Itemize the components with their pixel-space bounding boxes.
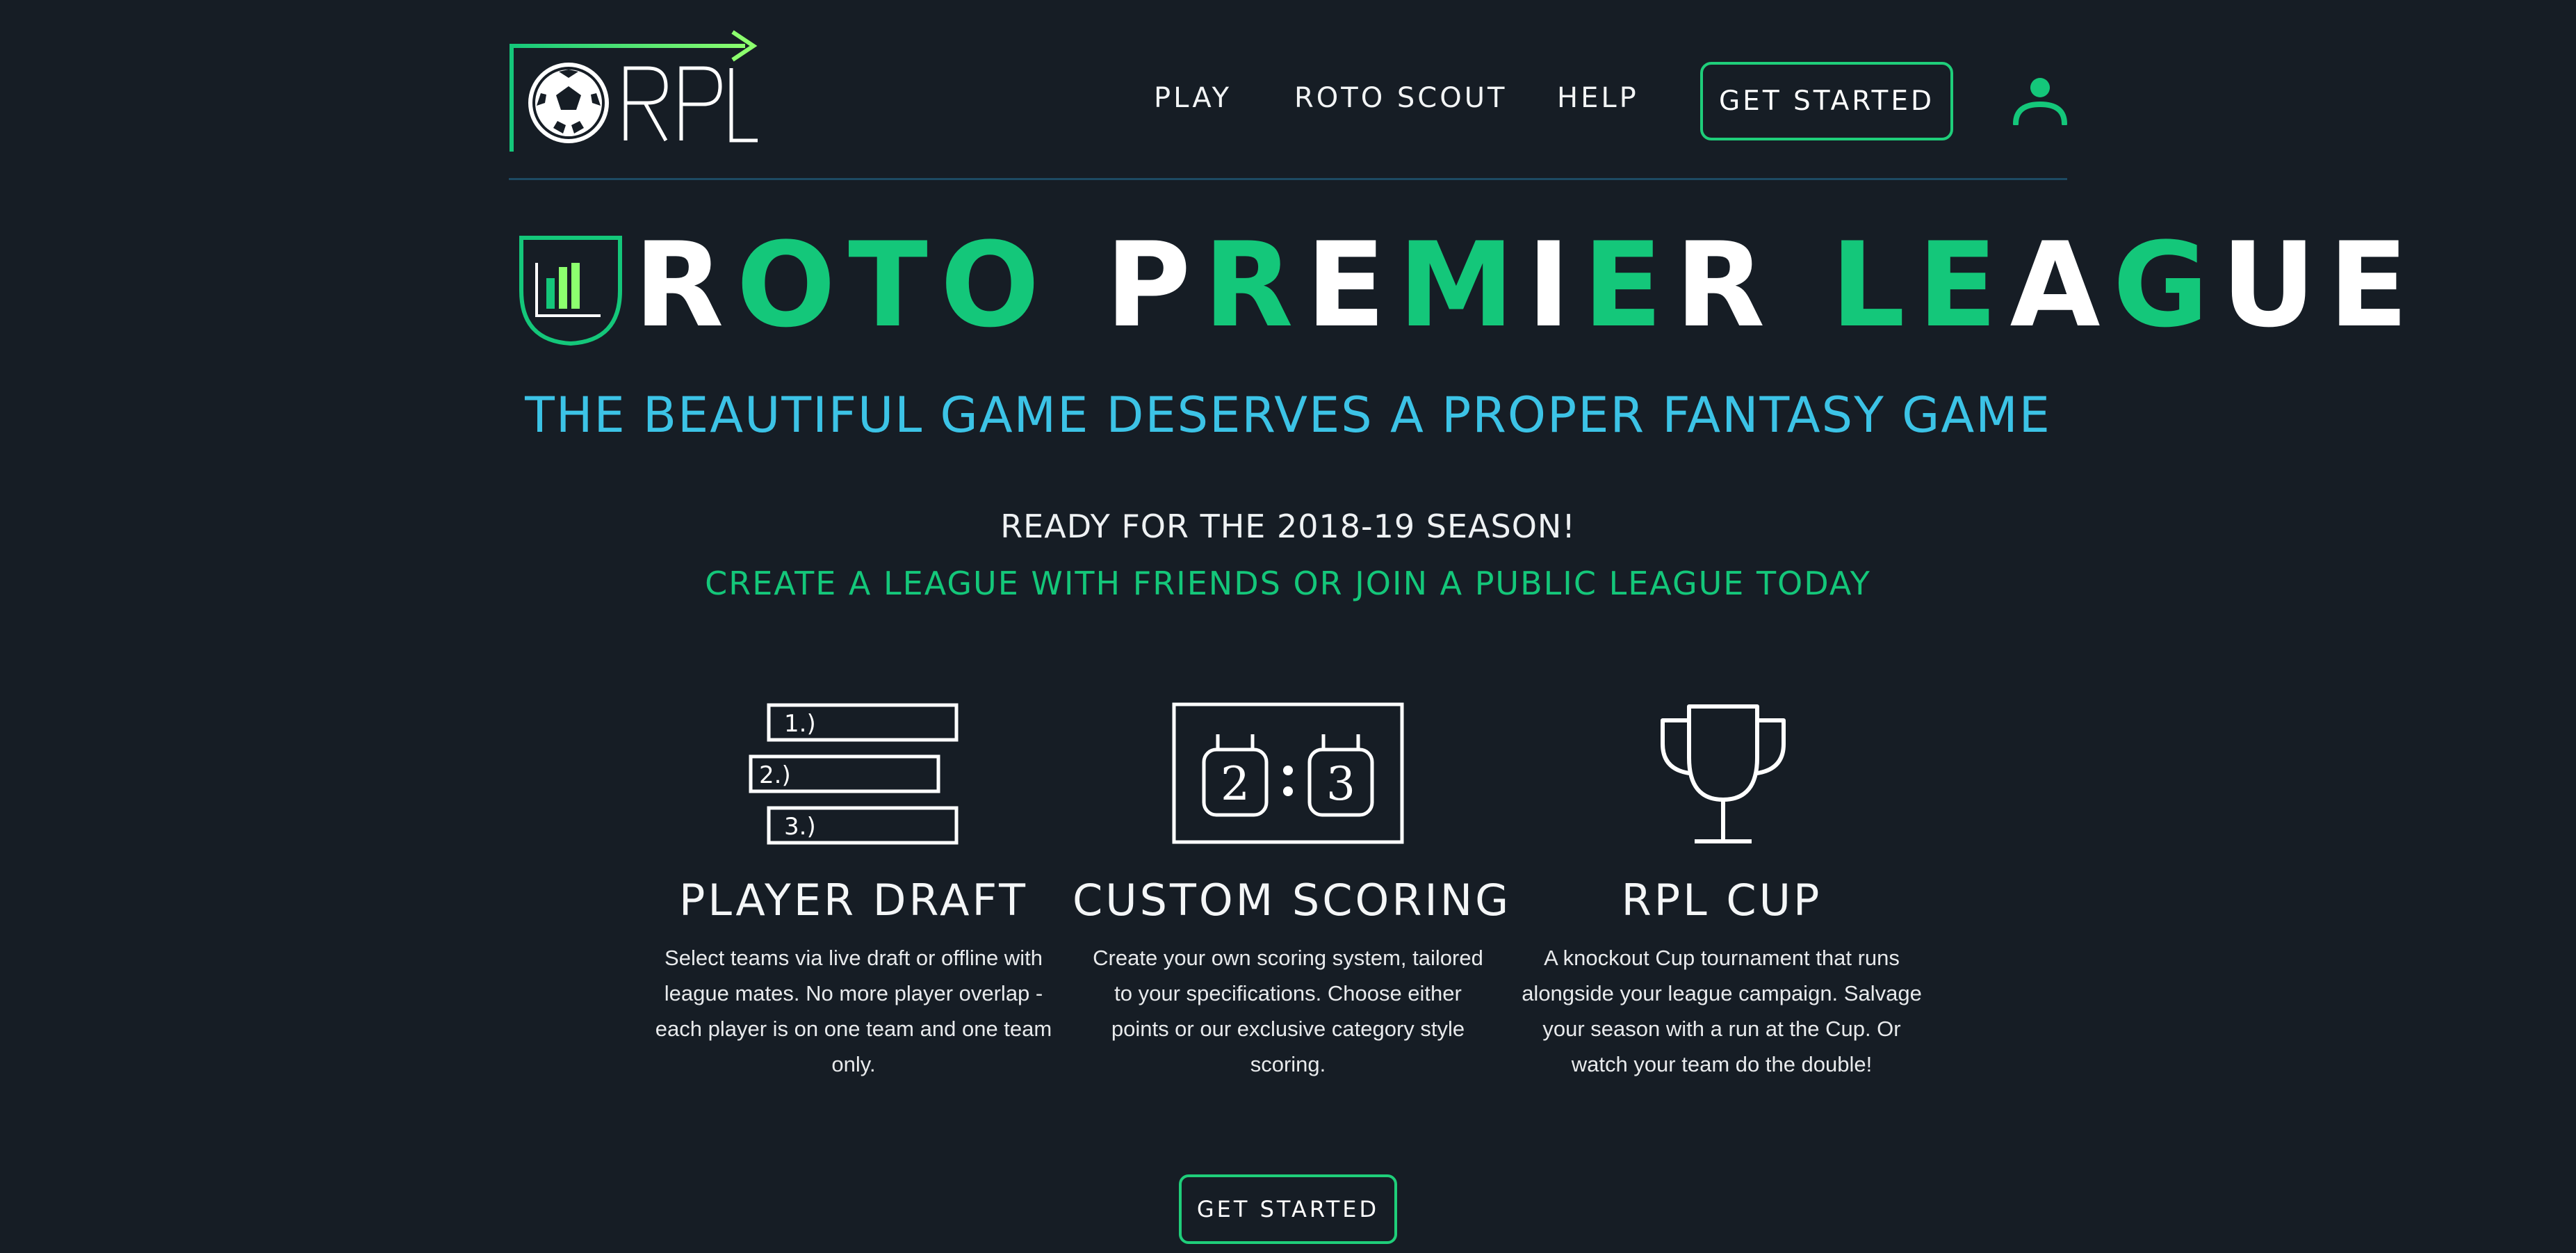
stats-shield-icon [519,235,623,346]
hero-title-word: PREMIER [1105,217,1778,353]
create-league-text: CREATE A LEAGUE WITH FRIENDS OR JOIN A P… [705,565,1871,602]
trophy-icon [1658,702,1788,846]
season-announcement: READY FOR THE 2018-19 SEASON! [1000,508,1576,545]
feature-desc-scoring: Create your own scoring system, tailored… [1093,946,1483,1076]
soccer-ball-icon [528,63,609,143]
nav-help[interactable]: HELP [1557,82,1639,114]
draft-list-icon: 1.) 2.) 3.) [748,702,959,846]
nav-play[interactable]: PLAY [1154,82,1232,114]
user-account-icon[interactable] [2010,75,2070,127]
get-started-bottom-button[interactable]: GET STARTED [1179,1174,1397,1244]
feature-title-draft: PLAYER DRAFT [679,875,1028,925]
draft-rank-1: 1.) [784,710,816,738]
score-home: 2 [1221,757,1250,811]
rpl-letters [623,66,758,143]
rpl-logo[interactable] [509,25,760,156]
feature-title-scoring: CUSTOM SCORING [1073,875,1512,925]
scoreboard-icon: 2 3 [1172,702,1404,846]
hero-title-word: ROTO [634,217,1052,353]
get-started-nav-button[interactable]: GET STARTED [1700,62,1953,140]
feature-desc-cup: A knockout Cup tournament that runs alon… [1522,946,1922,1076]
score-away: 3 [1326,757,1355,811]
hero-subtitle: THE BEAUTIFUL GAME DESERVES A PROPER FAN… [525,387,2051,444]
nav-roto-scout[interactable]: ROTO SCOUT [1294,82,1507,114]
hero-title-word: LEAGUE [1830,217,2421,353]
hero-title: ROTO PREMIER LEAGUE [634,227,2421,343]
logo-graphic [510,30,758,152]
draft-rank-3: 3.) [784,813,816,841]
draft-rank-2: 2.) [759,761,791,789]
feature-desc-draft: Select teams via live draft or offline w… [655,946,1052,1076]
feature-title-cup: RPL CUP [1621,875,1823,925]
header-divider [509,178,2067,180]
